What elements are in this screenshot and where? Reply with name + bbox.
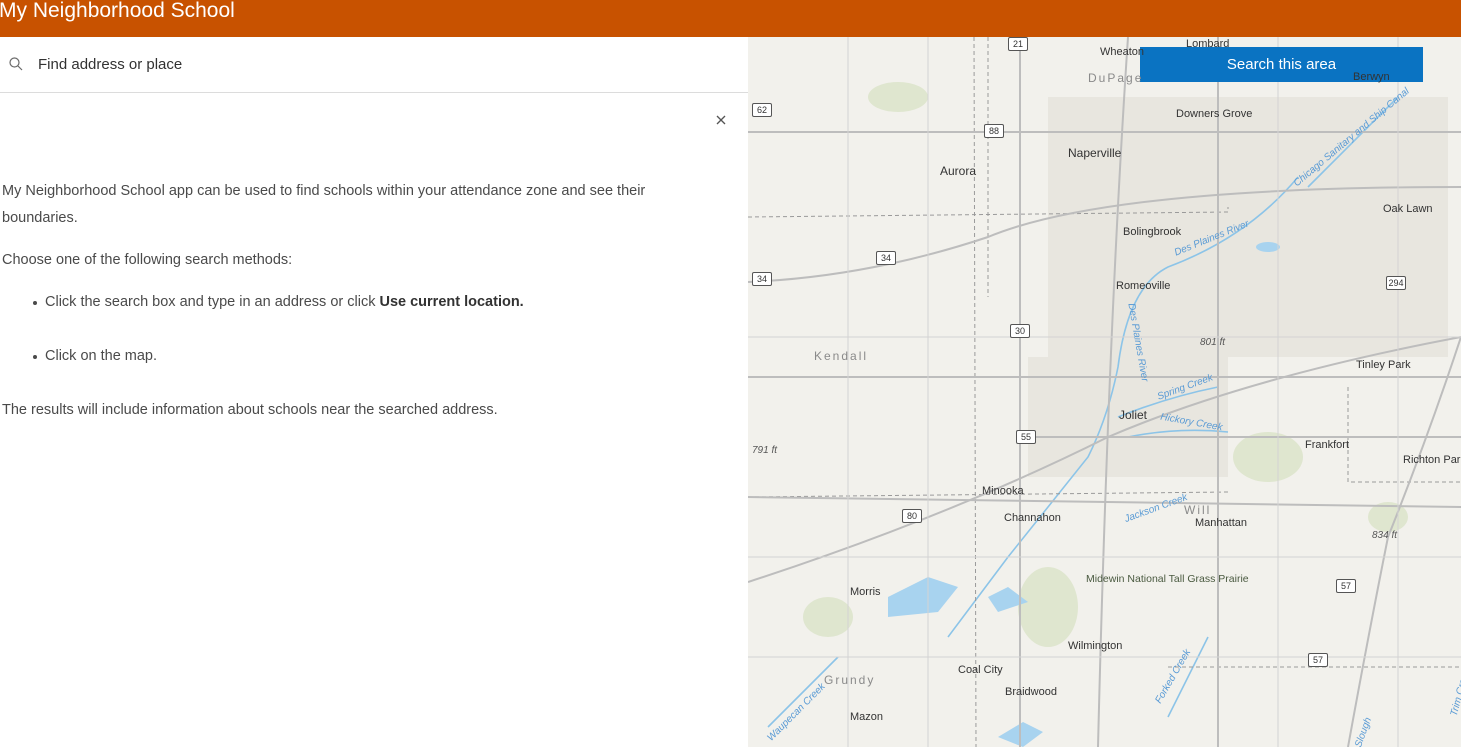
search-input[interactable] [38, 52, 728, 76]
place-label: Channahon [1004, 512, 1061, 524]
map-view[interactable]: Search this area 21 62 88 34 34 30 294 5… [748, 37, 1461, 747]
intro-content: My Neighborhood School app can be used t… [2, 178, 722, 439]
county-label: Will [1184, 503, 1212, 517]
route-shield: 88 [984, 124, 1004, 138]
place-label: Joliet [1119, 408, 1148, 422]
use-current-location-text: Use current location. [379, 294, 524, 310]
route-shield: 55 [1016, 430, 1036, 444]
intro-paragraph: My Neighborhood School app can be used t… [2, 183, 646, 226]
elevation-label: 801 ft [1200, 337, 1226, 348]
route-shield: 34 [752, 272, 772, 286]
search-icon [9, 57, 23, 71]
place-label: Downers Grove [1176, 108, 1253, 120]
route-shield: 57 [1308, 653, 1328, 667]
county-label: Grundy [824, 673, 876, 687]
place-label: Frankfort [1305, 439, 1350, 451]
place-label: Mazon [850, 711, 884, 723]
place-label: Romeoville [1116, 280, 1171, 292]
side-panel: My Neighborhood School app can be used t… [0, 37, 748, 747]
place-label: Wheaton [1100, 46, 1145, 58]
route-shield: 21 [1008, 37, 1028, 51]
place-label: Richton Park [1403, 454, 1461, 466]
park-label: Midewin National Tall Grass Prairie [1086, 573, 1249, 585]
app-title: My Neighborhood School [0, 0, 235, 22]
bullet-text: Click the search box and type in an addr… [45, 294, 380, 310]
route-shield: 34 [876, 251, 896, 265]
place-label: Braidwood [1005, 686, 1057, 698]
elevation-label: 791 ft [752, 445, 778, 456]
methods-list: Click the search box and type in an addr… [30, 289, 722, 370]
place-label: Lombard [1186, 38, 1230, 50]
place-label: Coal City [958, 664, 1003, 676]
list-item: Click on the map. [30, 343, 722, 370]
place-label: Aurora [940, 164, 977, 178]
place-label: Oak Lawn [1383, 203, 1433, 215]
place-label: Berwyn [1353, 71, 1390, 83]
place-label: Bolingbrook [1123, 226, 1182, 238]
results-note: The results will include information abo… [2, 402, 498, 418]
place-label: Tinley Park [1356, 359, 1411, 371]
place-label: Naperville [1068, 146, 1122, 160]
close-icon[interactable] [712, 111, 730, 129]
list-item: Click the search box and type in an addr… [30, 289, 722, 316]
route-shield: 80 [902, 509, 922, 523]
bullet-text: Click on the map. [45, 348, 158, 364]
elevation-label: 834 ft [1372, 530, 1398, 541]
place-label: Wilmington [1068, 640, 1123, 652]
county-label: Kendall [814, 349, 869, 363]
route-shield: 62 [752, 103, 772, 117]
route-shield: 294 [1386, 276, 1406, 290]
route-shield: 30 [1010, 324, 1030, 338]
county-label: DuPage [1088, 71, 1144, 85]
search-bar [0, 37, 748, 93]
place-label: Morris [850, 586, 881, 598]
methods-heading: Choose one of the following search metho… [2, 252, 293, 268]
app-header: My Neighborhood School [0, 0, 1461, 37]
place-label: Manhattan [1195, 517, 1247, 529]
route-shield: 57 [1336, 579, 1356, 593]
place-label: Minooka [982, 485, 1024, 497]
